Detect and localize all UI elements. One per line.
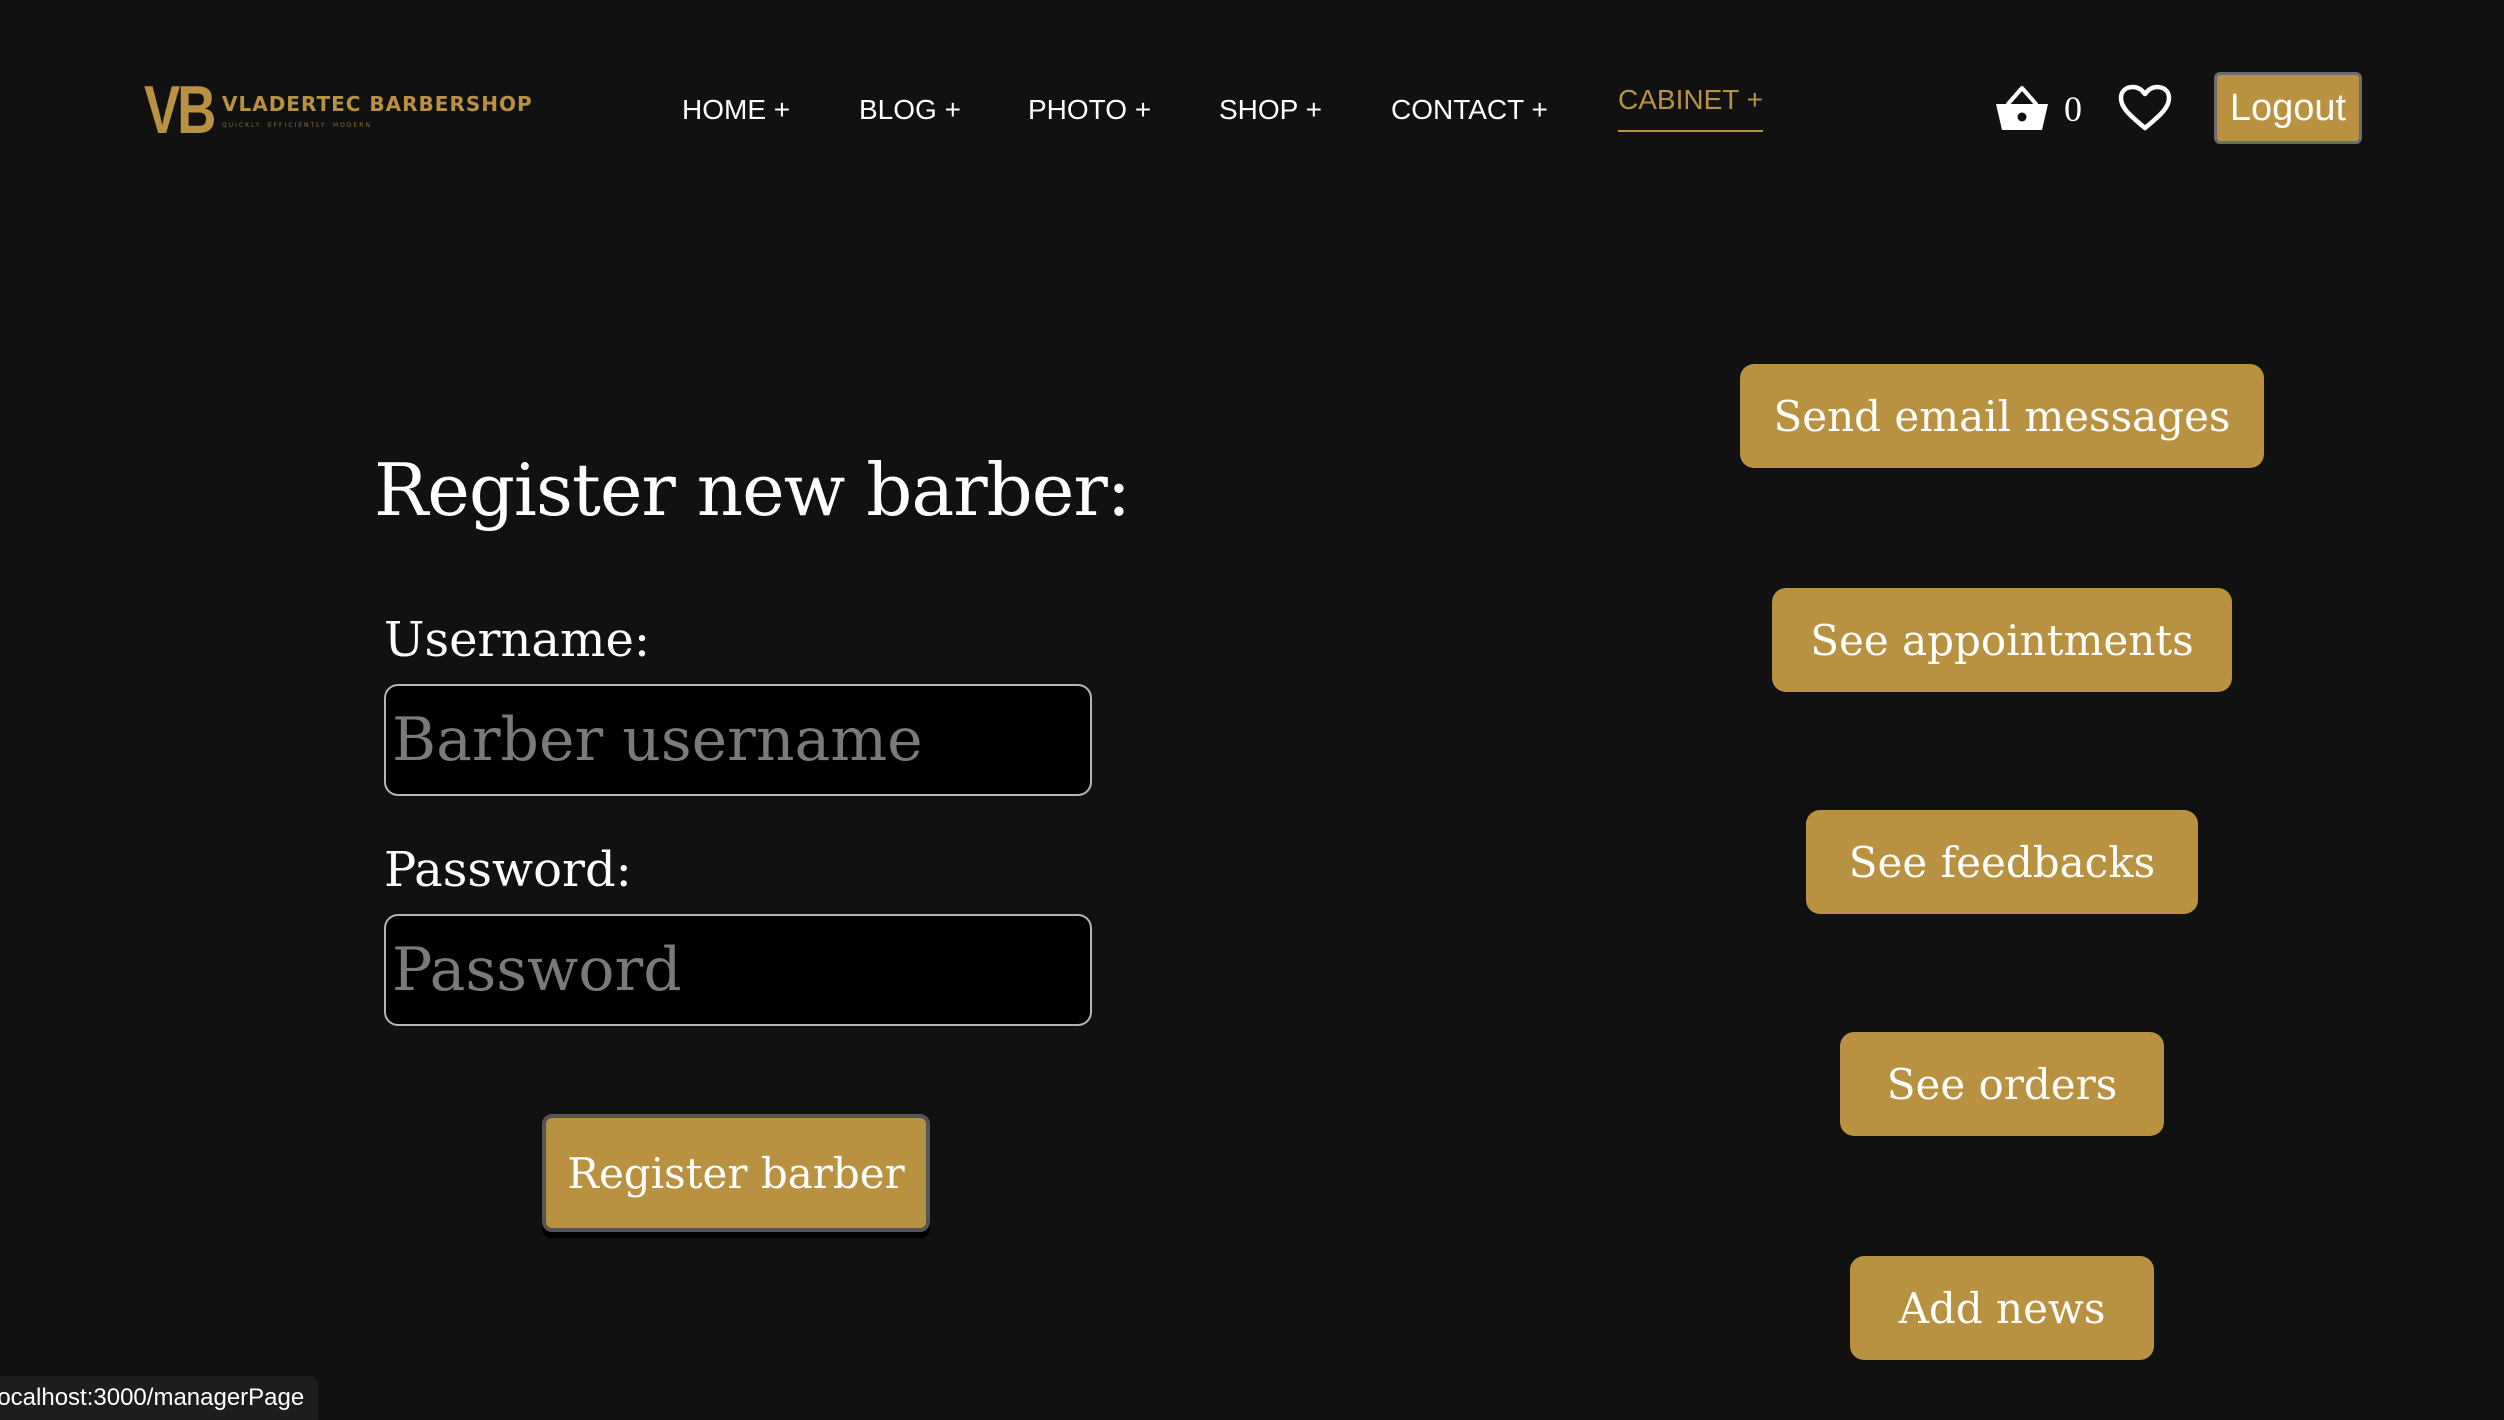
nav-blog[interactable]: BLOG + xyxy=(859,94,961,126)
browser-status-bar: localhost:3000/managerPage xyxy=(0,1376,319,1420)
site-header: VB VLADERTEC BARBERSHOP QUICKLY. EFFICIE… xyxy=(0,0,2504,200)
cart[interactable]: 0 xyxy=(1994,84,2082,134)
logout-button[interactable]: Logout xyxy=(2214,72,2362,144)
nav-contact[interactable]: CONTACT + xyxy=(1391,94,1548,126)
username-input[interactable] xyxy=(384,684,1092,796)
add-news-button[interactable]: Add news xyxy=(1850,1256,2154,1360)
nav-shop[interactable]: SHOP + xyxy=(1219,94,1322,126)
nav-home[interactable]: HOME + xyxy=(682,94,790,126)
form-title: Register new barber: xyxy=(374,448,1131,532)
nav-photo[interactable]: PHOTO + xyxy=(1028,94,1151,126)
cart-count: 0 xyxy=(2064,89,2082,129)
manager-page: VB VLADERTEC BARBERSHOP QUICKLY. EFFICIE… xyxy=(0,0,2504,1420)
status-url: localhost:3000/managerPage xyxy=(0,1384,305,1411)
heart-icon[interactable] xyxy=(2118,84,2172,137)
see-feedbacks-button[interactable]: See feedbacks xyxy=(1806,810,2198,914)
see-appointments-button[interactable]: See appointments xyxy=(1772,588,2232,692)
password-input[interactable] xyxy=(384,914,1092,1026)
basket-icon[interactable] xyxy=(1994,84,2050,134)
password-label: Password: xyxy=(384,842,632,898)
see-orders-button[interactable]: See orders xyxy=(1840,1032,2164,1136)
nav-cabinet[interactable]: CABINET + xyxy=(1618,84,1763,132)
register-barber-button[interactable]: Register barber xyxy=(542,1114,930,1232)
username-label: Username: xyxy=(384,612,651,668)
send-email-messages-button[interactable]: Send email messages xyxy=(1740,364,2264,468)
